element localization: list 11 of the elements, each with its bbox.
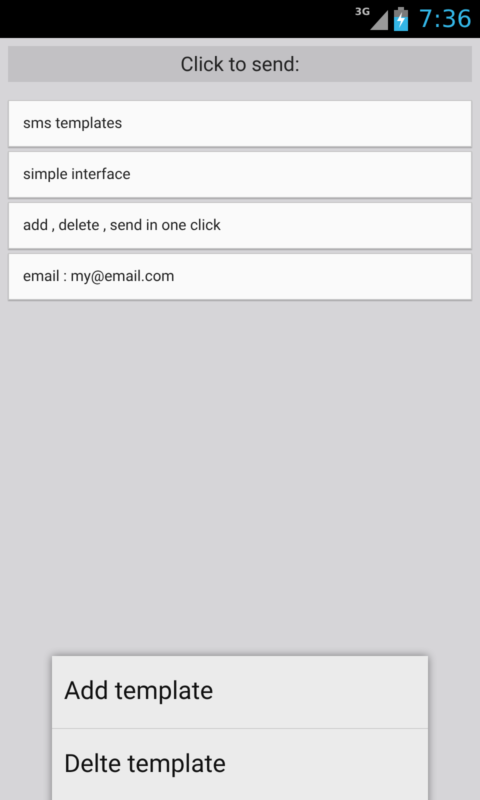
clock-time: 7:36 [418, 7, 472, 31]
menu-item[interactable]: Add template [52, 656, 428, 728]
template-item[interactable]: simple interface [8, 151, 472, 198]
header-title: Click to send: [180, 51, 300, 78]
battery-icon [394, 7, 408, 31]
network-type-label: 3G [354, 8, 370, 18]
template-item[interactable]: add , delete , send in one click [8, 202, 472, 249]
template-item[interactable]: sms templates [8, 100, 472, 147]
menu-item[interactable]: Delte template [52, 729, 428, 800]
signal-icon [370, 10, 388, 30]
template-item[interactable]: email : my@email.com [8, 253, 472, 300]
